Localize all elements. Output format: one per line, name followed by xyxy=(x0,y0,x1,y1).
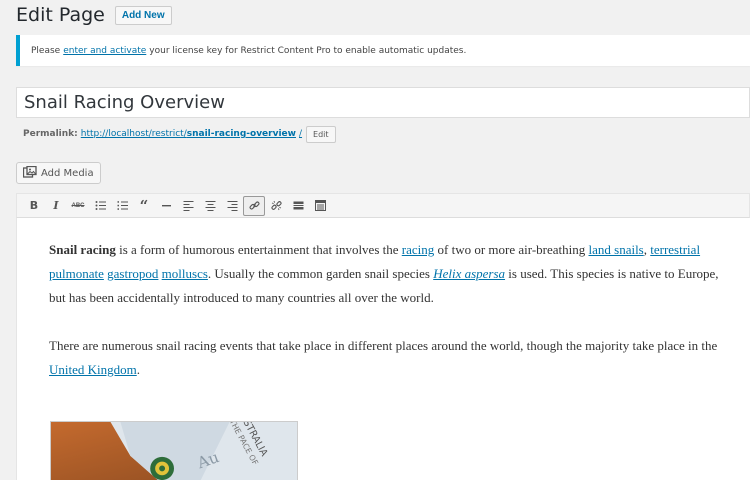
add-media-label: Add Media xyxy=(41,167,94,179)
link-racing[interactable]: racing xyxy=(402,242,434,257)
link-molluscs[interactable]: molluscs xyxy=(162,266,208,281)
permalink-url-base: http://localhost/restrict/ xyxy=(80,129,187,139)
notice-activate-link[interactable]: enter and activate xyxy=(63,46,146,56)
media-icon xyxy=(22,165,37,181)
remove-link-icon[interactable] xyxy=(265,196,287,216)
text-run: is a form of humorous entertainment that… xyxy=(115,242,402,257)
permalink-url-end: / xyxy=(298,129,303,139)
text-run: . xyxy=(136,362,140,377)
license-notice: Please enter and activate your license k… xyxy=(16,35,750,66)
horizontal-line-icon[interactable] xyxy=(155,196,177,216)
bold-term: Snail racing xyxy=(49,242,116,257)
text-run: There are numerous snail racing events t… xyxy=(49,338,718,353)
bullet-list-icon[interactable] xyxy=(89,196,111,216)
content-editor[interactable]: Snail racing is a form of humorous enter… xyxy=(16,218,750,480)
link-helix-aspersa[interactable]: Helix aspersa xyxy=(433,266,505,281)
content-paragraph-1: Snail racing is a form of humorous enter… xyxy=(49,238,736,310)
read-more-icon[interactable] xyxy=(287,196,309,216)
align-center-icon[interactable] xyxy=(199,196,221,216)
insert-link-icon[interactable] xyxy=(243,195,265,216)
text-run: of two or more air-breathing xyxy=(434,242,589,257)
toolbar-toggle-icon[interactable] xyxy=(309,196,331,216)
link-land-snails[interactable]: land snails xyxy=(589,242,644,257)
add-new-button[interactable]: Add New xyxy=(114,5,172,25)
link-united-kingdom[interactable]: United Kingdom xyxy=(49,362,137,377)
italic-icon[interactable]: I xyxy=(45,196,67,216)
snail-photo[interactable]: AUSTRALIA THE PACE OF Au xyxy=(50,421,298,480)
notice-text-before: Please xyxy=(31,45,61,56)
editor-toolbar: B I ABC “ xyxy=(16,193,750,218)
content-paragraph-2: There are numerous snail racing events t… xyxy=(49,334,736,382)
strikethrough-icon[interactable]: ABC xyxy=(67,196,89,216)
permalink-url[interactable]: http://localhost/restrict/snail-racing-o… xyxy=(81,129,302,139)
page-header: Edit Page Add New xyxy=(16,2,172,28)
align-left-icon[interactable] xyxy=(177,196,199,216)
align-right-icon[interactable] xyxy=(221,196,243,216)
link-pulmonate[interactable]: pulmonate xyxy=(49,266,104,281)
add-media-button[interactable]: Add Media xyxy=(16,162,101,184)
permalink-edit-button[interactable]: Edit xyxy=(306,125,336,143)
link-gastropod[interactable]: gastropod xyxy=(107,266,158,281)
permalink-row: Permalink: http://localhost/restrict/sna… xyxy=(23,124,336,144)
notice-text-after: your license key for Restrict Content Pr… xyxy=(149,45,467,56)
numbered-list-icon[interactable] xyxy=(111,196,133,216)
permalink-label: Permalink: xyxy=(23,129,78,139)
page-title: Edit Page xyxy=(16,4,105,26)
bold-icon[interactable]: B xyxy=(23,196,45,216)
link-terrestrial[interactable]: terrestrial xyxy=(650,242,700,257)
permalink-slug: snail-racing-overview xyxy=(186,129,296,139)
text-run: . Usually the common garden snail specie… xyxy=(207,266,434,281)
blockquote-icon[interactable]: “ xyxy=(133,196,155,216)
post-title-input[interactable]: Snail Racing Overview xyxy=(16,87,750,118)
